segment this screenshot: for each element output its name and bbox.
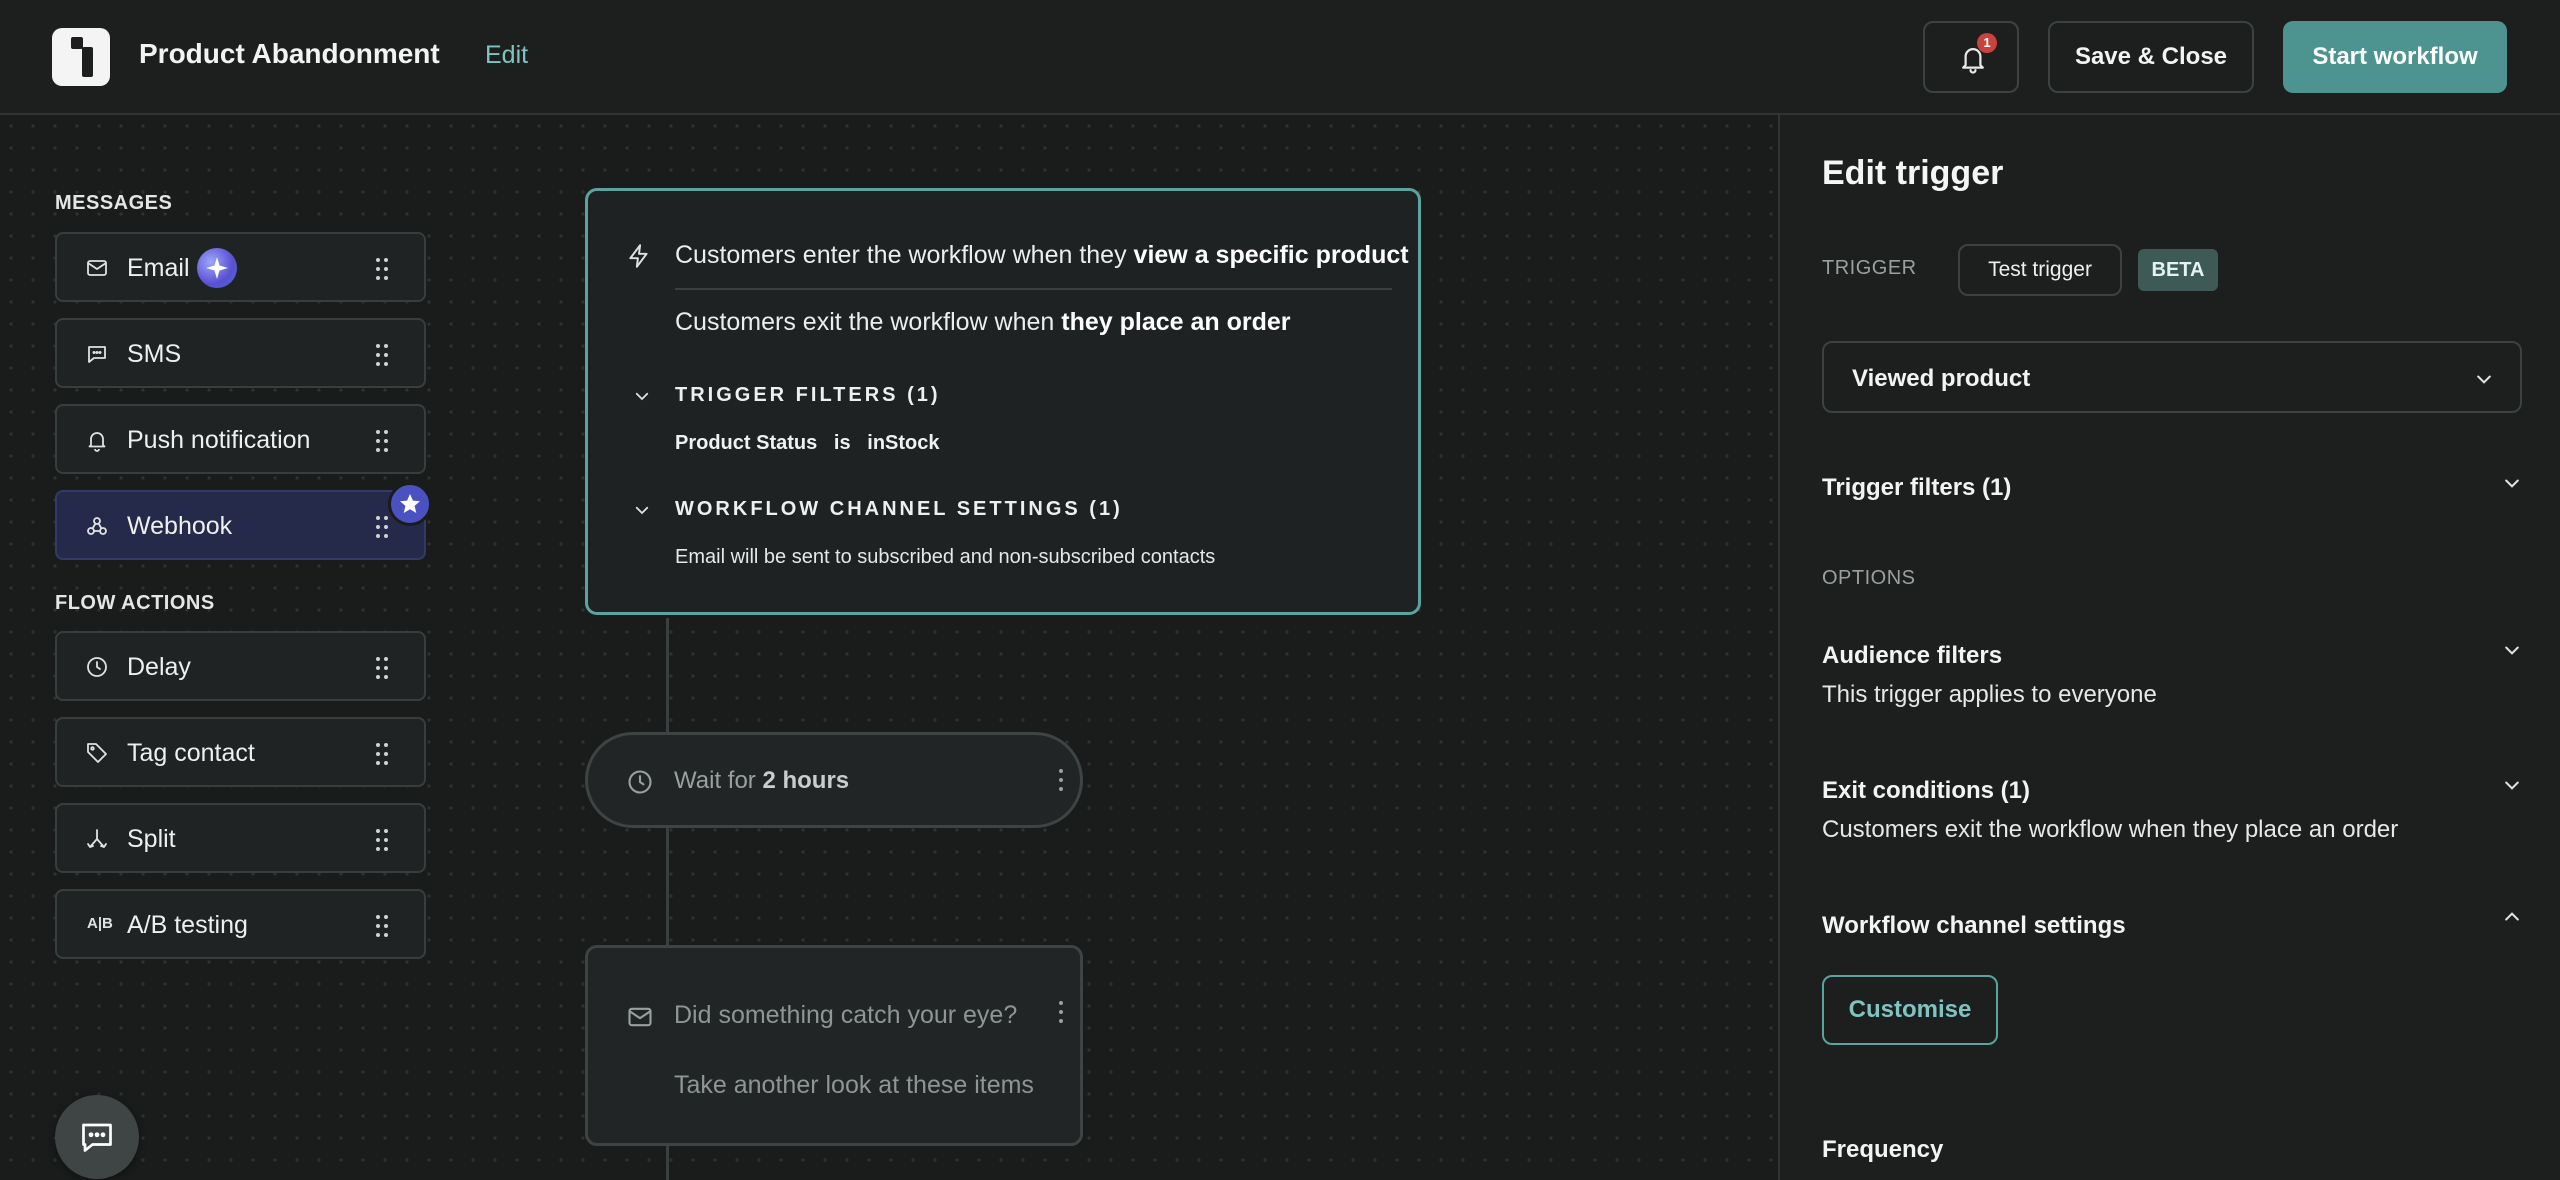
trigger-event-select[interactable]: Viewed product: [1822, 341, 2522, 413]
palette-item-label: Email: [127, 254, 190, 282]
split-icon: [87, 829, 107, 848]
wait-node[interactable]: Wait for 2 hours: [585, 732, 1083, 828]
palette-item-ab-testing[interactable]: A|B A/B testing: [55, 889, 426, 959]
palette-item-label: Push notification: [127, 426, 311, 454]
test-trigger-button[interactable]: Test trigger: [1958, 244, 2122, 296]
audience-filters-summary: This trigger applies to everyone: [1822, 681, 2157, 708]
palette-item-split[interactable]: Split: [55, 803, 426, 873]
chevron-down-icon: [2477, 375, 2491, 384]
clock-icon: [628, 770, 652, 794]
chevron-down-icon[interactable]: [633, 501, 651, 519]
lightning-icon: [629, 244, 648, 268]
channel-settings-accordion[interactable]: Workflow channel settings: [1822, 912, 2126, 940]
wait-label: Wait for 2 hours: [674, 767, 850, 794]
notifications-button[interactable]: 1: [1923, 21, 2019, 93]
channel-settings-heading[interactable]: WORKFLOW CHANNEL SETTINGS (1): [675, 498, 1123, 521]
trigger-exit-text: Customers exit the workflow when they pl…: [675, 308, 1291, 336]
trigger-filter-rule: Product Status is inStock: [675, 432, 940, 454]
star-icon: [388, 482, 432, 526]
beta-badge: BETA: [2138, 249, 2218, 291]
tag-icon: [87, 743, 107, 763]
email-node[interactable]: Did something catch your eye? Take anoth…: [585, 945, 1083, 1146]
chevron-up-icon[interactable]: [2502, 907, 2522, 927]
chat-bubble-icon: [88, 346, 106, 363]
trigger-filters-heading[interactable]: TRIGGER FILTERS (1): [675, 384, 941, 407]
exit-conditions-accordion[interactable]: Exit conditions (1): [1822, 777, 2030, 805]
drag-handle-icon[interactable]: [376, 915, 388, 937]
palette-item-email[interactable]: Email: [55, 232, 426, 302]
trigger-event-value: Viewed product: [1852, 365, 2031, 392]
palette-item-sms[interactable]: SMS: [55, 318, 426, 388]
chat-icon: [82, 1123, 112, 1152]
flow-actions-heading: FLOW ACTIONS: [55, 592, 215, 614]
palette-item-webhook[interactable]: Webhook: [55, 490, 426, 560]
email-subject: Did something catch your eye?: [674, 1001, 1018, 1029]
chevron-down-icon[interactable]: [2502, 473, 2522, 493]
email-preview-text: Take another look at these items: [674, 1071, 1034, 1099]
palette-item-push-notification[interactable]: Push notification: [55, 404, 426, 474]
webhook-icon: [87, 517, 107, 535]
more-options-icon[interactable]: [1059, 1001, 1063, 1023]
customise-button[interactable]: Customise: [1822, 975, 1998, 1045]
workflow-title: Product Abandonment: [139, 38, 440, 69]
palette-item-label: A/B testing: [127, 911, 248, 939]
channel-settings-text: Email will be sent to subscribed and non…: [675, 546, 1216, 568]
exit-conditions-summary: Customers exit the workflow when they pl…: [1822, 816, 2399, 843]
palette-item-label: Webhook: [127, 512, 233, 540]
edit-trigger-panel: Edit trigger TRIGGER Test trigger BETA V…: [1778, 115, 2560, 1180]
palette-item-delay[interactable]: Delay: [55, 631, 426, 701]
mail-icon: [87, 260, 107, 276]
top-bar: Product Abandonment Edit 1 Save & Close …: [0, 0, 2560, 115]
edit-title-link[interactable]: Edit: [485, 41, 528, 70]
trigger-label: TRIGGER: [1822, 257, 1917, 279]
trigger-enter-text: Customers enter the workflow when they v…: [675, 241, 1409, 269]
palette-item-label: Split: [127, 825, 176, 853]
save-close-button[interactable]: Save & Close: [2048, 21, 2254, 93]
audience-filters-accordion[interactable]: Audience filters: [1822, 642, 2002, 670]
trigger-node[interactable]: Customers enter the workflow when they v…: [585, 188, 1421, 615]
drag-handle-icon[interactable]: [376, 516, 388, 538]
palette-item-label: SMS: [127, 340, 182, 368]
sparkle-ai-icon: [197, 248, 237, 288]
panel-title: Edit trigger: [1822, 154, 2004, 192]
drag-handle-icon[interactable]: [376, 258, 388, 280]
palette-item-label: Tag contact: [127, 739, 255, 767]
drag-handle-icon[interactable]: [376, 430, 388, 452]
palette-item-label: Delay: [127, 653, 191, 681]
drag-handle-icon[interactable]: [376, 344, 388, 366]
trigger-filters-accordion[interactable]: Trigger filters (1): [1822, 474, 2011, 502]
notification-count-badge: 1: [1977, 33, 1997, 53]
chevron-down-icon[interactable]: [2502, 640, 2522, 660]
palette-item-tag-contact[interactable]: Tag contact: [55, 717, 426, 787]
drag-handle-icon[interactable]: [376, 657, 388, 679]
bell-icon: [88, 432, 106, 452]
start-workflow-button[interactable]: Start workflow: [2283, 21, 2507, 93]
mail-icon: [628, 1007, 652, 1027]
chevron-down-icon[interactable]: [2502, 775, 2522, 795]
app-logo[interactable]: [52, 28, 110, 86]
more-options-icon[interactable]: [1059, 769, 1063, 791]
divider: [675, 288, 1392, 290]
frequency-accordion[interactable]: Frequency: [1822, 1136, 1943, 1164]
clock-icon: [87, 657, 107, 677]
support-chat-button[interactable]: [55, 1095, 139, 1179]
drag-handle-icon[interactable]: [376, 743, 388, 765]
messages-heading: MESSAGES: [55, 192, 173, 214]
drag-handle-icon[interactable]: [376, 829, 388, 851]
ab-icon: A|B: [87, 915, 113, 932]
chevron-down-icon[interactable]: [633, 387, 651, 405]
options-label: OPTIONS: [1822, 567, 1916, 589]
